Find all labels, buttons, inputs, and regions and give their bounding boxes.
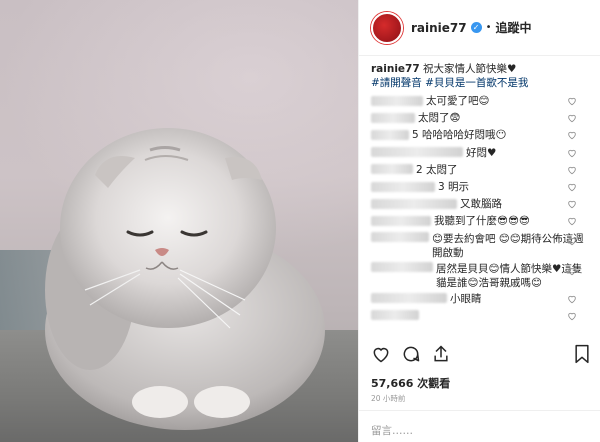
comment-text: 太可愛了吧😊 [426, 95, 490, 108]
blurred-username[interactable] [371, 215, 431, 226]
comment-row: 好悶♥ [371, 144, 589, 161]
comment-text: 我聽到了什麼😎😎😎 [434, 215, 530, 228]
comment-text: 太悶了😨 [418, 112, 461, 125]
comment-row [371, 307, 589, 324]
comment-icon[interactable] [401, 344, 421, 364]
comment-text: 2 太悶了 [416, 163, 458, 176]
comment-like-icon[interactable] [567, 165, 577, 175]
heart-icon[interactable] [371, 344, 391, 364]
comment-text: 又敢腦路 [460, 198, 502, 211]
comment-row: 太可愛了吧😊 [371, 92, 589, 109]
comment-like-icon[interactable] [567, 199, 577, 209]
comment-like-icon[interactable] [567, 266, 577, 276]
blurred-username[interactable] [371, 164, 413, 175]
comment-row: 2 太悶了 [371, 161, 589, 178]
post-media[interactable] [0, 0, 358, 442]
post-side-panel: rainie77 ✓ • 追蹤中 rainie77 祝大家情人節快樂♥ #請開聲… [358, 0, 600, 442]
comment-text: 好悶♥ [466, 146, 497, 159]
comment-like-icon[interactable] [567, 182, 577, 192]
comment-row: 太悶了😨 [371, 109, 589, 126]
comment-row: 5 哈哈哈哈好悶哦😶 [371, 126, 589, 143]
follow-button[interactable]: 追蹤中 [496, 19, 532, 36]
view-count[interactable]: 57,666 次觀看 [371, 375, 450, 391]
comment-like-icon[interactable] [567, 148, 577, 158]
post-caption: rainie77 祝大家情人節快樂♥ #請開聲音 #貝貝是一首歌不是我 [371, 62, 589, 90]
verified-icon: ✓ [470, 22, 482, 33]
comment-row: 😊要去約會吧 😊😊期待公佈這週開啟動 [371, 230, 589, 260]
add-comment-input[interactable]: 留言…… [359, 410, 600, 442]
blurred-username[interactable] [371, 293, 447, 304]
blurred-username[interactable] [371, 95, 423, 106]
comment-row: 又敢腦路 [371, 195, 589, 212]
comment-like-icon[interactable] [567, 130, 577, 140]
caption-text: 祝大家情人節快樂♥ [423, 63, 517, 75]
comment-row: 小眼睛 [371, 290, 589, 307]
blurred-username[interactable] [371, 147, 463, 158]
comment-like-icon[interactable] [567, 216, 577, 226]
blurred-username[interactable] [371, 231, 429, 242]
blurred-username[interactable] [371, 129, 409, 140]
comment-row: 3 明示 [371, 178, 589, 195]
comment-row: 居然是貝貝😊情人節快樂♥這隻貓是誰😊浩哥親戚嗎😊 [371, 260, 589, 290]
comment-row: 我聽到了什麼😎😎😎 [371, 212, 589, 229]
comment-text: 😊要去約會吧 😊😊期待公佈這週開啟動 [432, 232, 584, 259]
separator-dot: • [485, 22, 492, 33]
comment-text: 3 明示 [438, 181, 470, 194]
action-bar [371, 344, 591, 368]
comment-like-icon[interactable] [567, 96, 577, 106]
bookmark-icon[interactable] [573, 344, 591, 364]
comment-text: 小眼睛 [450, 292, 482, 305]
blurred-username[interactable] [371, 310, 419, 321]
cat-illustration [45, 128, 325, 430]
comment-like-icon[interactable] [567, 113, 577, 123]
comment-like-icon[interactable] [567, 294, 577, 304]
comment-like-icon[interactable] [567, 311, 577, 321]
avatar[interactable] [371, 11, 403, 44]
post-time: 20 小時前 [371, 394, 406, 403]
blurred-username[interactable] [371, 181, 435, 192]
blurred-username[interactable] [371, 112, 415, 123]
comment-text: 5 哈哈哈哈好悶哦😶 [412, 129, 507, 142]
comment-rows: 太可愛了吧😊 太悶了😨 5 哈哈哈哈好悶哦😶 好悶♥ 2 太悶了 3 明示又敢腦路我聽到了… [371, 92, 589, 324]
share-icon[interactable] [431, 344, 451, 364]
header-username[interactable]: rainie77 [411, 21, 467, 35]
comments-list[interactable]: rainie77 祝大家情人節快樂♥ #請開聲音 #貝貝是一首歌不是我 太可愛了… [359, 62, 600, 334]
caption-hashtags[interactable]: #請開聲音 #貝貝是一首歌不是我 [371, 77, 528, 89]
caption-username[interactable]: rainie77 [371, 63, 420, 75]
blurred-username[interactable] [371, 261, 433, 272]
blurred-username[interactable] [371, 198, 457, 209]
comment-like-icon[interactable] [567, 236, 577, 246]
post-header: rainie77 ✓ • 追蹤中 [359, 0, 600, 56]
